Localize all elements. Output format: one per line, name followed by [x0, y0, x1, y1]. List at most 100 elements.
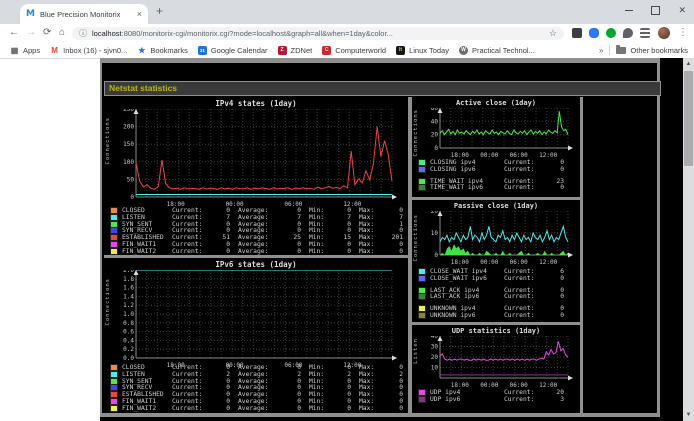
- star-icon: ★: [137, 46, 146, 55]
- maximize-icon[interactable]: [651, 6, 660, 15]
- frame-top: [100, 58, 660, 63]
- scrollbar-thumb[interactable]: [684, 71, 693, 166]
- bookmark-item[interactable]: ★Bookmarks: [137, 46, 188, 55]
- bookmark-label: Inbox (16) - sjvn0...: [63, 46, 127, 55]
- chart-legend: CLOSEDCurrent:0Average:0Min:0Max:0LISTEN…: [110, 207, 406, 255]
- svg-text:10: 10: [431, 230, 439, 237]
- scroll-up-icon[interactable]: ▲: [683, 58, 694, 70]
- bookmarks-overflow-icon[interactable]: »: [599, 46, 603, 55]
- plot-area: 0102018:0000:0006:0012:00: [414, 211, 576, 271]
- legend-row: CLOSE_WAIT ipv6Current:0: [418, 275, 578, 282]
- url-path: :8080/monitorix-cgi/monitorix.cgi?mode=l…: [122, 29, 545, 38]
- frame-bottom: [100, 413, 660, 417]
- extension-green-icon[interactable]: [606, 28, 616, 38]
- bookmark-star-icon[interactable]: ☆: [549, 28, 557, 39]
- svg-text:60: 60: [431, 108, 439, 112]
- monitorix-favicon: M: [26, 9, 35, 19]
- legend-color-swatch: [418, 396, 426, 403]
- chrome-menu-icon[interactable]: ⋮: [678, 27, 688, 38]
- screen: M Blue Precision Monitorix × + ✕ ← → ⟳ ⌂…: [0, 0, 694, 421]
- legend-color-swatch: [418, 166, 426, 173]
- profile-avatar[interactable]: [658, 27, 670, 39]
- svg-text:0: 0: [130, 194, 134, 201]
- plot-area: 0.00.20.40.60.81.01.21.41.61.82.018:0000…: [106, 270, 400, 374]
- svg-text:150: 150: [123, 141, 134, 148]
- pin-extension-icon[interactable]: [623, 28, 633, 38]
- chart-title: Active close (1day): [412, 97, 580, 107]
- zdnet-icon: Z: [278, 46, 287, 55]
- extension-blue-icon[interactable]: [589, 28, 599, 38]
- bookmark-item[interactable]: Z ZDNet: [278, 46, 313, 55]
- bookmark-item[interactable]: ltLinux Today: [396, 46, 449, 55]
- close-icon[interactable]: ✕: [678, 6, 686, 15]
- bookmark-label: ZDNet: [291, 46, 313, 55]
- linuxtoday-icon: lt: [396, 46, 405, 55]
- svg-text:40: 40: [431, 118, 439, 125]
- chart-ipv4-states[interactable]: IPv4 states (1day)Connections05010015020…: [104, 97, 408, 255]
- other-bookmarks-button[interactable]: Other bookmarks: [630, 46, 688, 55]
- svg-text:40: 40: [431, 336, 439, 340]
- svg-text:250: 250: [123, 109, 134, 113]
- address-bar[interactable]: ⓘ localhost :8080/monitorix-cgi/monitori…: [72, 27, 564, 40]
- bookmark-item[interactable]: CComputerworld: [322, 46, 386, 55]
- page-info-icon[interactable]: ⓘ: [79, 28, 87, 39]
- right-divider: [580, 97, 583, 413]
- legend-color-swatch: [110, 405, 118, 412]
- bookmark-item[interactable]: M Inbox (16) - sjvn0...: [50, 46, 127, 55]
- chart-passive-close[interactable]: Passive close (1day)Connections0102018:0…: [412, 200, 580, 322]
- back-icon[interactable]: ←: [9, 27, 19, 39]
- chart-active-close[interactable]: Active close (1day)Connections020406018:…: [412, 97, 580, 197]
- svg-text:30: 30: [431, 344, 439, 351]
- svg-text:18:00: 18:00: [451, 259, 469, 266]
- legend-row: LAST_ACK ipv6Current:0: [418, 293, 578, 300]
- bookmark-item[interactable]: W Practical Technol...: [459, 46, 535, 55]
- svg-text:2.0: 2.0: [123, 270, 134, 274]
- legend-row: FIN_WAIT2Current:0Average:0Min:0Max:0: [110, 248, 406, 255]
- apps-grid-icon: ▦: [10, 46, 19, 55]
- extension-dark-icon[interactable]: [572, 28, 582, 38]
- plot-area: 020406018:0000:0006:0012:00: [414, 108, 576, 164]
- chart-ipv6-states[interactable]: IPv6 states (1day)Connections0.00.20.40.…: [104, 258, 408, 413]
- bookmarks-bar: ▦ Apps M Inbox (16) - sjvn0... ★Bookmarks 31G…: [0, 42, 694, 59]
- wordpress-icon: W: [459, 46, 468, 55]
- window-controls: ✕: [625, 3, 686, 17]
- page-scrollbar[interactable]: ▲ ▼: [683, 58, 694, 421]
- reload-icon[interactable]: ⟳: [43, 27, 51, 39]
- legend-color-swatch: [418, 293, 426, 300]
- minimize-icon[interactable]: [625, 10, 633, 11]
- browser-tab[interactable]: M Blue Precision Monitorix ×: [20, 4, 148, 24]
- folder-icon: [616, 47, 626, 54]
- gmail-icon: M: [50, 46, 59, 55]
- forward-icon[interactable]: →: [26, 27, 36, 39]
- tab-list-extension-icon[interactable]: [640, 28, 650, 38]
- svg-text:20: 20: [431, 132, 439, 139]
- svg-text:0.8: 0.8: [123, 320, 134, 327]
- divider: [609, 45, 610, 55]
- svg-text:200: 200: [123, 124, 134, 131]
- bookmark-item[interactable]: ▦ Apps: [10, 46, 40, 55]
- legend-row: TIME_WAIT ipv6Current:0: [418, 184, 578, 191]
- frame-left: [100, 58, 102, 417]
- svg-text:20: 20: [431, 354, 439, 361]
- legend-row: FIN_WAIT2Current:0Average:0Min:0Max:0: [110, 405, 406, 412]
- monitorix-page: Netstat statistics IPv4 states (1day)Con…: [100, 58, 683, 421]
- home-icon[interactable]: ⌂: [59, 27, 65, 39]
- svg-text:06:00: 06:00: [510, 259, 528, 266]
- chart-title: IPv6 states (1day): [104, 258, 408, 269]
- plot-area: 05010015020025018:0000:0006:0012:00: [106, 109, 400, 213]
- scroll-down-icon[interactable]: ▼: [683, 409, 694, 421]
- new-tab-button[interactable]: +: [156, 4, 163, 18]
- computerworld-icon: C: [322, 46, 331, 55]
- svg-text:0.2: 0.2: [123, 346, 134, 353]
- legend-row: UDP ipv6Current:3: [418, 396, 578, 403]
- chart-udp-statistics[interactable]: UDP statistics (1day)Listen1020304018:00…: [412, 325, 580, 413]
- svg-text:1.6: 1.6: [123, 285, 134, 292]
- bookmark-label: Apps: [23, 46, 40, 55]
- bookmark-item[interactable]: 31Google Calendar: [198, 46, 268, 55]
- svg-text:0.4: 0.4: [123, 337, 134, 344]
- tab-close-icon[interactable]: ×: [137, 9, 142, 19]
- chart-legend: CLOSE_WAIT ipv4Current:6CLOSE_WAIT ipv6C…: [418, 268, 578, 319]
- bookmark-label: Practical Technol...: [472, 46, 535, 55]
- svg-text:0: 0: [434, 145, 438, 152]
- svg-text:100: 100: [123, 159, 134, 166]
